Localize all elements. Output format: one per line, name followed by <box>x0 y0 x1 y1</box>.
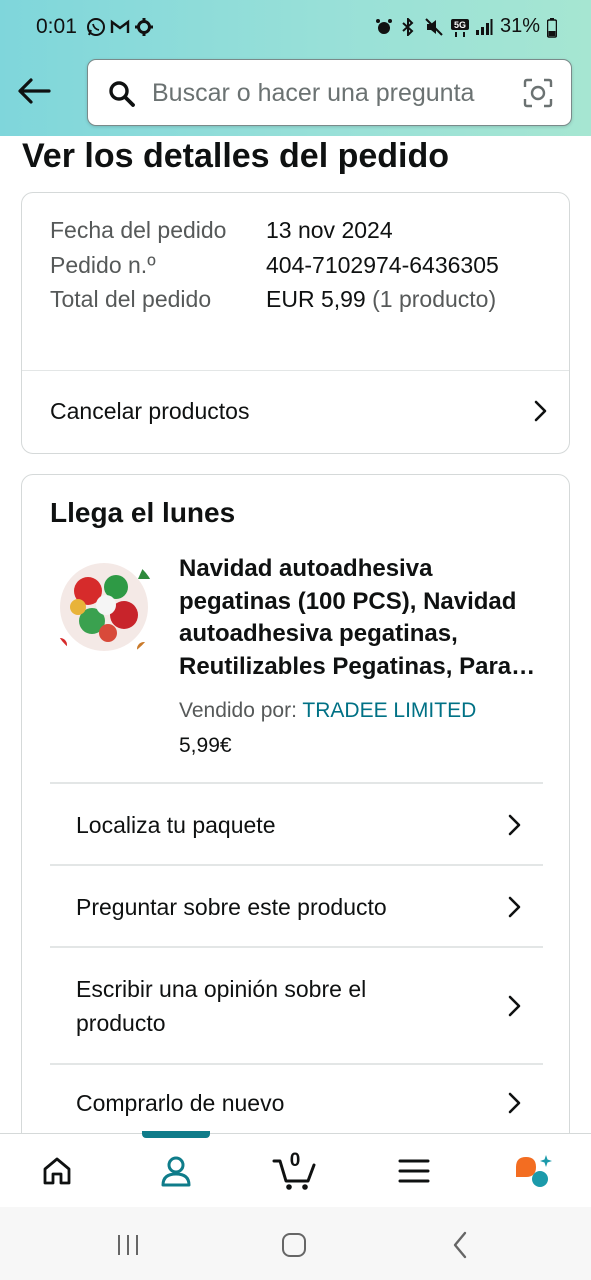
search-bar[interactable] <box>87 59 572 126</box>
product-thumbnail[interactable] <box>50 553 158 661</box>
order-total-value: EUR 5,99 (1 producto) <box>266 282 496 317</box>
divider <box>50 946 543 948</box>
search-input[interactable] <box>152 72 512 114</box>
divider <box>50 864 543 866</box>
order-total-count: (1 producto) <box>372 286 497 312</box>
nav-rufus[interactable] <box>493 1134 573 1208</box>
write-review-label: Escribir una opinión sobre el producto <box>76 976 367 1036</box>
home-square-icon <box>282 1233 306 1257</box>
order-total-amount: EUR 5,99 <box>266 286 366 312</box>
back-chevron-icon <box>453 1231 467 1259</box>
ask-product-button[interactable]: Preguntar sobre este producto <box>76 867 523 947</box>
svg-text:5G: 5G <box>454 20 466 30</box>
alarm-icon <box>375 18 393 36</box>
status-bar: 0:01 5G 31% <box>0 0 591 56</box>
back-button[interactable] <box>16 73 52 109</box>
gmail-icon <box>110 17 130 35</box>
cancel-products-label: Cancelar productos <box>50 397 250 424</box>
home-system-button[interactable] <box>264 1225 324 1265</box>
chevron-right-icon <box>534 400 547 422</box>
back-system-button[interactable] <box>430 1225 490 1265</box>
mute-icon <box>425 17 443 36</box>
delivery-heading: Llega el lunes <box>50 497 236 528</box>
signal-icon <box>475 18 493 36</box>
divider <box>50 1063 543 1065</box>
chevron-right-icon <box>508 814 521 836</box>
order-number-value: 404-7102974-6436305 <box>266 251 499 278</box>
nav-menu[interactable] <box>374 1134 454 1208</box>
order-info: Fecha del pedido 13 nov 2024 Pedido n.º … <box>50 213 499 317</box>
order-date-row: Fecha del pedido 13 nov 2024 <box>50 213 499 248</box>
chevron-right-icon <box>508 896 521 918</box>
product-title-link[interactable]: Navidad autoadhesiva pegatinas (100 PCS)… <box>179 553 547 683</box>
product-price: 5,99€ <box>179 734 232 757</box>
order-number-row: Pedido n.º 404-7102974-6436305 <box>50 248 499 283</box>
system-navigation-bar <box>0 1207 591 1280</box>
5g-icon: 5G <box>450 18 469 37</box>
status-time: 0:01 <box>36 15 77 38</box>
bluetooth-icon <box>400 16 418 37</box>
order-date-value: 13 nov 2024 <box>266 217 393 243</box>
order-total-label: Total del pedido <box>50 286 212 312</box>
menu-icon <box>398 1159 430 1183</box>
nav-home[interactable] <box>17 1134 97 1208</box>
rufus-icon <box>516 1155 552 1187</box>
settings-icon <box>134 17 153 36</box>
account-icon <box>161 1156 191 1187</box>
top-header: 0:01 5G 31% Buscar o hacer una pregunta <box>0 0 591 136</box>
write-review-button[interactable]: Escribir una opinión sobre el producto <box>76 949 523 1063</box>
chevron-right-icon <box>508 995 521 1017</box>
arrow-left-icon <box>18 78 51 104</box>
recent-apps-icon <box>118 1235 138 1255</box>
recent-apps-button[interactable] <box>98 1225 158 1265</box>
seller-label: Vendido por: <box>179 699 297 722</box>
chevron-right-icon <box>508 1092 521 1114</box>
buy-again-label: Comprarlo de nuevo <box>76 1089 285 1116</box>
search-icon <box>108 80 136 113</box>
shipment-card: Llega el lunes Navidad autoadhesiva pega… <box>21 474 570 1194</box>
track-package-label: Localiza tu paquete <box>76 811 276 838</box>
cart-count: 0 <box>289 1150 301 1171</box>
whatsapp-icon <box>86 17 105 36</box>
track-package-button[interactable]: Localiza tu paquete <box>76 785 523 865</box>
nav-cart[interactable]: 0 <box>255 1134 335 1208</box>
page-title: Ver los detalles del pedido <box>22 137 450 175</box>
order-date-label: Fecha del pedido <box>50 217 227 243</box>
seller-link[interactable]: TRADEE LIMITED <box>302 699 476 722</box>
battery-percent: 31% <box>499 15 540 37</box>
camera-scan-icon[interactable] <box>523 78 553 113</box>
order-number-label: Pedido n.º <box>50 251 156 278</box>
cancel-products-button[interactable]: Cancelar productos <box>50 371 549 451</box>
order-summary-card: Fecha del pedido 13 nov 2024 Pedido n.º … <box>21 192 570 454</box>
battery-icon <box>546 17 558 38</box>
ask-product-label: Preguntar sobre este producto <box>76 893 387 920</box>
home-icon <box>43 1157 71 1185</box>
buy-again-button[interactable]: Comprarlo de nuevo <box>76 1066 523 1140</box>
nav-account[interactable] <box>136 1134 216 1208</box>
seller-info: Vendido por: TRADEE LIMITED <box>179 699 476 723</box>
divider <box>50 782 543 784</box>
order-total-row: Total del pedido EUR 5,99 (1 producto) <box>50 282 499 317</box>
bottom-navigation: 0 <box>0 1131 591 1208</box>
